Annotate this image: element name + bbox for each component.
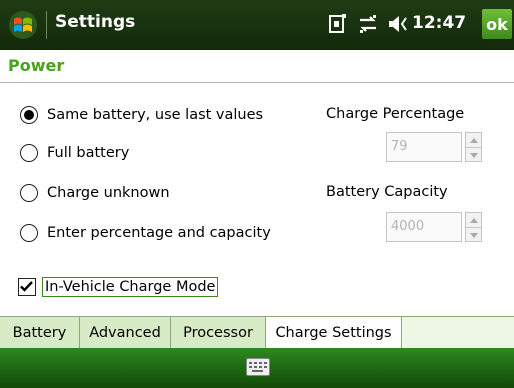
checkmark-icon [20,281,33,292]
title-separator [46,11,47,39]
app-title: Settings [55,12,136,32]
spin-up-icon[interactable] [466,213,481,227]
spin-down-icon[interactable] [466,227,481,242]
radio-option-same-battery[interactable]: Same battery, use last values [20,106,263,124]
spinner-buttons[interactable] [465,132,482,162]
radio-option-charge-unknown[interactable]: Charge unknown [20,184,170,202]
radio-label: Charge unknown [47,185,170,201]
tab-strip: Battery Advanced Processor Charge Settin… [0,316,514,349]
battery-capacity-spinner[interactable]: 4000 [386,212,483,242]
in-vehicle-charge-option[interactable]: In-Vehicle Charge Mode [18,277,219,297]
charge-percentage-input[interactable]: 79 [386,132,462,162]
radio-button[interactable] [20,106,38,124]
in-vehicle-checkbox[interactable] [18,278,36,296]
spin-up-icon[interactable] [466,133,481,147]
charge-percentage-spinner[interactable]: 79 [386,132,483,162]
connectivity-icon[interactable] [356,12,380,36]
radio-label: Full battery [47,145,130,161]
heading-divider [0,82,514,83]
windows-start-icon[interactable] [8,10,38,40]
softkey-bar [0,348,514,388]
radio-button[interactable] [20,224,38,242]
tab-processor[interactable]: Processor [171,317,266,348]
radio-selected-dot [24,110,34,120]
battery-capacity-label: Battery Capacity [326,184,448,200]
spin-down-icon[interactable] [466,147,481,162]
title-bar: Settings 12:47 ok [0,0,514,50]
page-title: Power [8,56,65,75]
checkbox-label: In-Vehicle Charge Mode [42,277,219,297]
spinner-buttons[interactable] [465,212,482,242]
radio-option-full-battery[interactable]: Full battery [20,144,129,162]
clock[interactable]: 12:47 [412,13,466,33]
battery-capacity-input[interactable]: 4000 [386,212,462,242]
volume-icon[interactable] [386,12,410,36]
sim-card-icon[interactable] [328,12,348,36]
tab-advanced[interactable]: Advanced [80,317,171,348]
tab-battery[interactable]: Battery [0,317,80,348]
radio-option-enter-values[interactable]: Enter percentage and capacity [20,224,271,242]
tab-charge-settings[interactable]: Charge Settings [266,317,402,349]
ok-button[interactable]: ok [482,9,512,39]
radio-label: Enter percentage and capacity [47,225,271,241]
radio-button[interactable] [20,184,38,202]
keyboard-icon[interactable] [246,358,270,376]
radio-button[interactable] [20,144,38,162]
radio-label: Same battery, use last values [47,107,264,123]
charge-percentage-label: Charge Percentage [326,106,465,122]
